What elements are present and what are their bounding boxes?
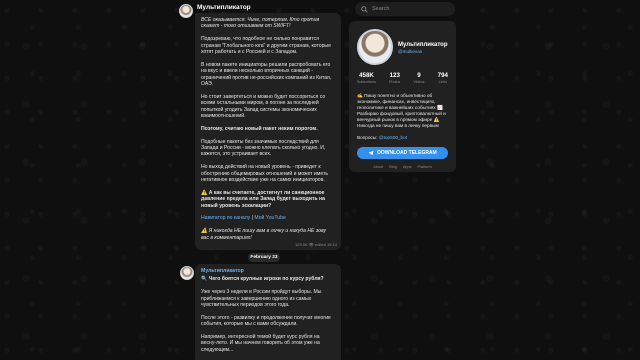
search-placeholder: Search xyxy=(372,6,390,12)
post-paragraph: Например, интересной темой будет курс ру… xyxy=(201,334,320,353)
post-paragraph: Но стоит завертеться и можно будет поссо… xyxy=(201,93,326,120)
download-label: DOWNLOAD TELEGRAM xyxy=(377,150,437,156)
stat-value: 9 xyxy=(417,72,421,79)
post-paragraph: ВСЕ оказывается. Чине, потерпим. Кто про… xyxy=(201,17,320,30)
footer-link-blog[interactable]: Blog xyxy=(389,165,397,169)
footer-link-about[interactable]: About xyxy=(373,165,383,169)
card-channel-name: Мультипликатор xyxy=(398,41,448,48)
post-paragraph: Поэтому, считаю новый пакет неким порого… xyxy=(201,125,318,132)
contact-link[interactable]: @top500_bot xyxy=(379,135,407,140)
post-paragraph: Подозреваю, что подобное не сильно понра… xyxy=(201,36,331,56)
post-paragraph: После этого - развилку и продолжение пол… xyxy=(201,314,331,328)
post-paragraph: В новом пакете инициаторы решили распроб… xyxy=(201,61,332,88)
card-channel-handle[interactable]: @multievan xyxy=(398,49,448,54)
download-telegram-button[interactable]: DOWNLOAD TELEGRAM xyxy=(357,147,448,159)
stat-value: 123 xyxy=(389,72,400,79)
post-author-avatar[interactable] xyxy=(180,266,194,280)
stat-links[interactable]: 794 Links xyxy=(438,72,448,84)
stat-label: Videos xyxy=(413,80,425,84)
channel-card-avatar xyxy=(357,29,393,65)
nav-link[interactable]: Навигатор по каналу xyxy=(201,215,250,221)
stat-value: 458K xyxy=(359,72,374,79)
stat-label: Subscribers xyxy=(357,80,376,84)
post-warning: ⚠️ Я никогда НЕ пишу вам в личку и никуд… xyxy=(201,228,326,241)
channel-description: ✍️ Пишу понятно и объективно об экономик… xyxy=(357,93,446,128)
stat-label: Photos xyxy=(389,80,401,84)
post-paragraph: Уже через 3 недели в России пройдут выбо… xyxy=(201,289,322,309)
contact-label: Вопросы: xyxy=(357,135,378,140)
channel-stats: 458K Subscribers 123 Photos 9 Videos 794… xyxy=(357,72,448,84)
channel-post: Мультипликатор 🔍 Чего боятся крупные игр… xyxy=(195,264,341,360)
channel-info-card: Мультипликатор @multievan 458K Subscribe… xyxy=(349,21,456,172)
post-author[interactable]: Мультипликатор xyxy=(201,268,335,274)
post-question: ⚠️ А как вы считаете, достигнут ли санкц… xyxy=(201,189,325,209)
stat-label: Links xyxy=(438,80,447,84)
stat-videos[interactable]: 9 Videos xyxy=(414,72,425,84)
stat-value: 794 xyxy=(437,72,448,79)
contact-line: Вопросы: @top500_bot xyxy=(357,135,448,140)
telegram-icon xyxy=(368,150,374,156)
date-divider: February 23 xyxy=(248,253,280,262)
search-icon xyxy=(361,5,368,13)
channel-post: ВСЕ оказывается. Чине, потерпим. Кто про… xyxy=(195,13,341,250)
stat-photos[interactable]: 123 Photos xyxy=(389,72,400,84)
stat-subscribers[interactable]: 458K Subscribers xyxy=(357,72,376,84)
card-footer-links: About Blog Apps Platform xyxy=(357,165,448,169)
post-paragraph: Но выход действий на новый уровень - при… xyxy=(201,164,328,184)
post-meta: 129.5K 👁 edited 15:14 xyxy=(295,241,337,247)
footer-link-platform[interactable]: Platform xyxy=(418,165,432,169)
channel-name: Мультипликатор xyxy=(197,4,251,11)
footer-link-apps[interactable]: Apps xyxy=(403,165,412,169)
channel-avatar[interactable] xyxy=(179,4,193,18)
post-paragraph: Подобные пакеты без значимых последствий… xyxy=(201,138,326,158)
youtube-link[interactable]: Мой YouTube xyxy=(254,215,285,221)
post-title: 🔍 Чего боятся крупные игроки по курсу ру… xyxy=(201,276,324,283)
search-input[interactable]: Search xyxy=(355,2,455,16)
